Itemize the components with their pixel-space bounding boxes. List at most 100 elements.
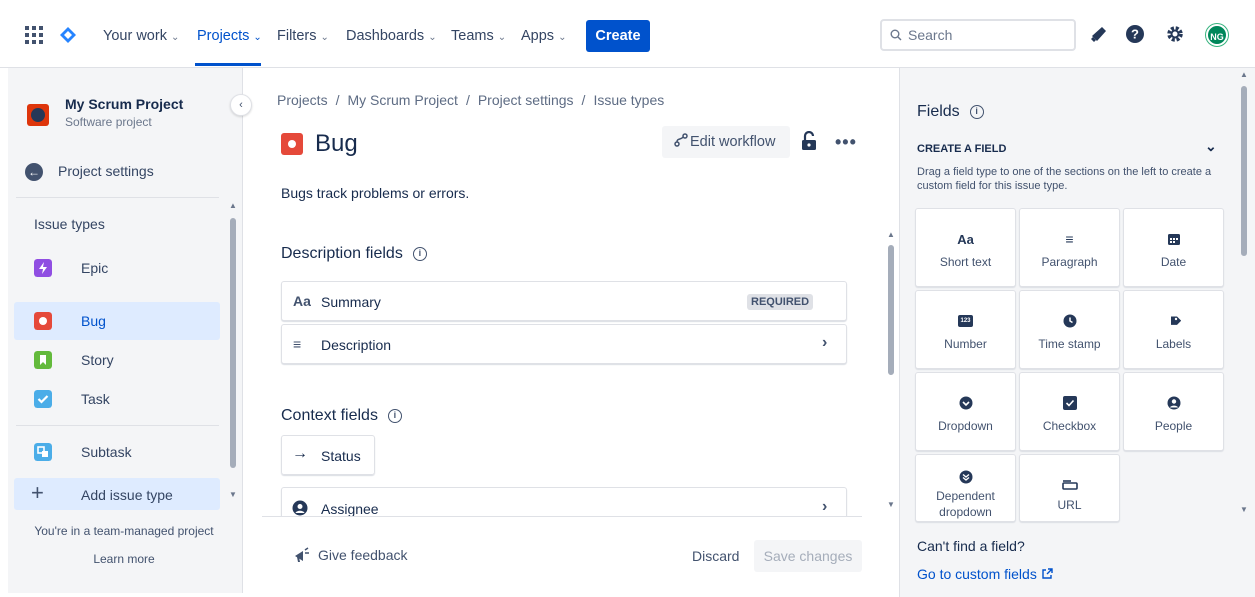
project-type: Software project (65, 115, 152, 129)
scroll-down-arrow-icon[interactable]: ▼ (1240, 505, 1248, 514)
go-to-custom-fields-link[interactable]: Go to custom fields (917, 566, 1053, 582)
unlock-icon[interactable] (801, 131, 817, 151)
nav-your-work[interactable]: Your work ⌄ (103, 28, 179, 44)
tile-label: Date (1160, 255, 1187, 269)
breadcrumb-project-settings[interactable]: Project settings (478, 92, 574, 108)
divider (16, 197, 219, 198)
breadcrumb-projects[interactable]: Projects (277, 92, 328, 108)
settings-gear-icon[interactable] (1165, 24, 1185, 44)
info-icon[interactable]: i (412, 246, 427, 261)
collapse-sidebar-button[interactable]: ‹ (230, 94, 252, 116)
project-sidebar: My Scrum Project Software project ‹ ← Pr… (8, 68, 252, 593)
field-tile-labels[interactable]: Labels (1123, 290, 1224, 369)
save-changes-button[interactable]: Save changes (754, 540, 862, 572)
edit-workflow-button[interactable]: Edit workflow (662, 126, 790, 158)
sidebar-item-label: Epic (81, 260, 109, 276)
field-tile-date[interactable]: Date (1123, 208, 1224, 287)
chevron-down-icon[interactable]: ⌄ (1205, 138, 1217, 155)
dependent-dropdown-icon (916, 469, 1015, 485)
sidebar-item-story[interactable]: Story (14, 341, 220, 379)
person-icon (292, 500, 308, 516)
nav-apps[interactable]: Apps ⌄ (521, 28, 566, 44)
nav-teams[interactable]: Teams ⌄ (451, 28, 506, 44)
search-input[interactable]: Search (880, 19, 1076, 51)
field-tile-short-text[interactable]: Aa Short text (915, 208, 1016, 287)
chevron-down-icon: ⌄ (558, 32, 567, 43)
breadcrumb-project[interactable]: My Scrum Project (347, 92, 457, 108)
sidebar-item-subtask[interactable]: Subtask (14, 433, 220, 471)
scroll-down-arrow-icon[interactable]: ▼ (887, 500, 895, 509)
short-text-icon: Aa (293, 293, 311, 309)
field-row-summary[interactable]: Aa Summary REQUIRED (281, 281, 847, 321)
add-issue-type-button[interactable]: + Add issue type (14, 478, 220, 510)
plus-icon: + (31, 480, 44, 505)
sidebar-item-label: Story (81, 352, 114, 368)
chevron-right-icon: › (822, 334, 828, 351)
breadcrumb: Projects / My Scrum Project / Project settin… (277, 92, 665, 108)
scroll-up-arrow-icon[interactable]: ▲ (229, 201, 237, 210)
nav-dashboards[interactable]: Dashboards ⌄ (346, 28, 437, 44)
dropdown-icon (916, 395, 1015, 411)
more-actions-icon[interactable]: ••• (835, 132, 857, 153)
field-label: Summary (321, 294, 381, 310)
main-scrollbar[interactable] (888, 245, 894, 375)
nav-filters[interactable]: Filters ⌄ (277, 28, 329, 44)
scroll-up-arrow-icon[interactable]: ▲ (887, 230, 895, 239)
field-label: Status (321, 448, 361, 464)
subtask-icon (34, 443, 52, 461)
sidebar-item-task[interactable]: Task (14, 380, 220, 418)
field-tile-dependent-dropdown[interactable]: Dependent dropdown (915, 454, 1016, 522)
field-tile-number[interactable]: 123 Number (915, 290, 1016, 369)
create-button[interactable]: Create (586, 20, 650, 52)
back-arrow-icon[interactable]: ← (25, 163, 43, 181)
chevron-down-icon: ⌄ (320, 32, 329, 43)
user-avatar[interactable]: NG (1206, 24, 1228, 46)
notifications-megaphone-icon[interactable] (1089, 24, 1109, 44)
sidebar-item-epic[interactable]: Epic (14, 249, 220, 287)
field-tile-people[interactable]: People (1123, 372, 1224, 451)
top-navigation: Your work ⌄ Projects ⌄ Filters ⌄ Dashboards… (0, 0, 1255, 68)
arrow-right-icon: → (292, 445, 308, 462)
create-field-heading: CREATE A FIELD (917, 143, 1007, 155)
page-title[interactable]: Bug (315, 130, 358, 158)
field-tile-checkbox[interactable]: Checkbox (1019, 372, 1120, 451)
issue-type-description[interactable]: Bugs track problems or errors. (281, 185, 469, 201)
field-row-assignee[interactable]: Assignee › (281, 487, 847, 516)
nav-projects[interactable]: Projects ⌄ (197, 28, 262, 44)
calendar-icon (1124, 231, 1223, 247)
learn-more-link[interactable]: Learn more (8, 552, 240, 566)
fields-panel-scrollbar[interactable] (1241, 86, 1247, 256)
active-nav-indicator (195, 63, 261, 66)
breadcrumb-issue-types[interactable]: Issue types (593, 92, 664, 108)
field-row-status[interactable]: → Status (281, 435, 375, 475)
discard-button[interactable]: Discard (692, 548, 739, 564)
app-switcher-icon[interactable] (25, 26, 43, 44)
sidebar-scrollbar[interactable] (230, 218, 236, 468)
give-feedback-button[interactable]: Give feedback (294, 547, 408, 563)
scroll-down-arrow-icon[interactable]: ▼ (229, 490, 237, 499)
field-tile-dropdown[interactable]: Dropdown (915, 372, 1016, 451)
tile-label: Time stamp (1038, 337, 1101, 351)
field-tile-url[interactable]: URL (1019, 454, 1120, 522)
sidebar-item-label: Task (81, 391, 110, 407)
external-link-icon (1042, 568, 1053, 579)
workflow-icon (674, 133, 688, 147)
field-tile-paragraph[interactable]: ≡ Paragraph (1019, 208, 1120, 287)
task-check-icon (34, 390, 52, 408)
chevron-down-icon: ⌄ (170, 32, 180, 43)
sidebar-item-bug[interactable]: Bug (14, 302, 220, 340)
team-managed-note: You're in a team-managed project (34, 524, 214, 538)
project-settings-link[interactable]: Project settings (58, 163, 154, 179)
jira-logo-icon[interactable] (59, 26, 77, 44)
info-icon[interactable]: i (969, 104, 984, 119)
tile-label: Labels (1155, 337, 1192, 351)
info-icon[interactable]: i (387, 408, 402, 423)
paragraph-icon: ≡ (1065, 231, 1074, 247)
tile-label: Number (944, 337, 987, 351)
field-row-description[interactable]: ≡ Description › (281, 324, 847, 364)
field-tile-time-stamp[interactable]: Time stamp (1019, 290, 1120, 369)
scroll-up-arrow-icon[interactable]: ▲ (1240, 70, 1248, 79)
help-icon[interactable]: ? (1125, 24, 1145, 44)
number-icon: 123 (916, 313, 1015, 329)
divider (16, 425, 219, 426)
